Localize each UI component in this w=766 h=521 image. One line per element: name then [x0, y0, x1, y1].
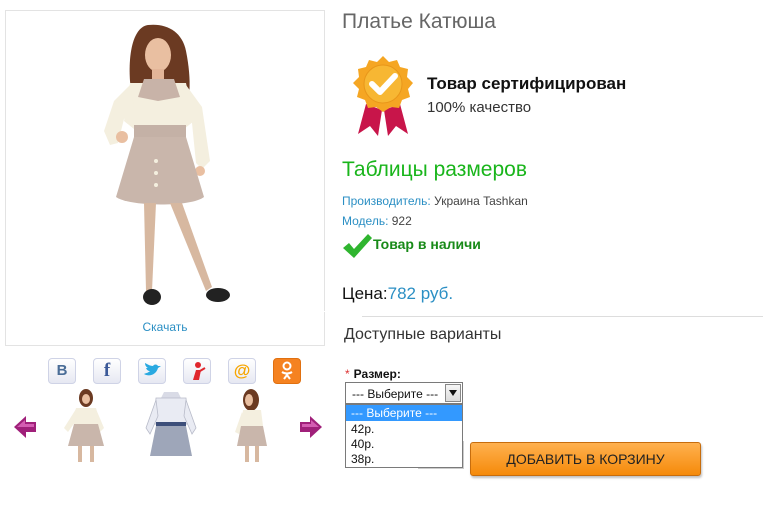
odnoklassniki-figure-icon: [281, 361, 293, 380]
size-select-button[interactable]: [445, 384, 461, 402]
model-key: Модель:: [342, 214, 389, 228]
facebook-icon[interactable]: f: [93, 358, 121, 384]
thumbnail-next-arrow-icon[interactable]: [298, 414, 324, 440]
manufacturer-key[interactable]: Производитель:: [342, 194, 431, 208]
model-value: 922: [391, 214, 412, 228]
product-title: Платье Катюша: [342, 10, 496, 33]
twitter-bird-icon: [144, 363, 161, 376]
size-table-link[interactable]: Таблицы размеров: [342, 158, 527, 182]
moikrug-icon[interactable]: [183, 358, 211, 384]
chevron-down-icon: [449, 390, 457, 396]
product-thumbnail[interactable]: [142, 388, 200, 464]
odnoklassniki-icon[interactable]: [273, 358, 301, 384]
in-stock-check-icon: [343, 234, 372, 258]
divider: [362, 316, 763, 317]
size-dropdown-list: --- Выберите --- 42р. 40р. 38р.: [345, 404, 463, 468]
size-select[interactable]: --- Выберите ---: [345, 382, 463, 404]
manufacturer-value: Украина Tashkan: [434, 194, 528, 208]
certificate-subtitle: 100% качество: [427, 99, 532, 116]
certificate-title: Товар сертифицирован: [427, 74, 627, 93]
twitter-icon[interactable]: [138, 358, 166, 384]
vkontakte-icon[interactable]: В: [48, 358, 76, 384]
size-option[interactable]: 38р.: [346, 451, 462, 467]
dress-photo: [6, 24, 326, 312]
size-option[interactable]: 40р.: [346, 436, 462, 452]
facebook-glyph: f: [103, 360, 111, 381]
size-label-text: Размер:: [353, 367, 401, 381]
size-option[interactable]: --- Выберите ---: [346, 405, 462, 421]
vkontakte-glyph: В: [56, 362, 68, 379]
thumbnail-prev-arrow-icon[interactable]: [12, 414, 38, 440]
size-label: * Размер:: [345, 367, 401, 381]
price-row: Цена:782 руб.: [342, 284, 453, 304]
moikrug-figure-icon: [193, 362, 206, 380]
variants-title: Доступные варианты: [344, 326, 502, 343]
mailru-icon[interactable]: @: [228, 358, 256, 384]
product-main-image[interactable]: Скачать: [5, 10, 326, 346]
required-mark: *: [345, 367, 350, 381]
size-select-value: --- Выберите ---: [352, 387, 439, 401]
model-row: Модель: 922: [342, 214, 412, 228]
product-thumbnail[interactable]: [58, 388, 116, 464]
price-key: Цена:: [342, 284, 388, 303]
mailru-glyph: @: [233, 361, 251, 380]
size-option[interactable]: 42р.: [346, 421, 462, 437]
add-to-cart-button[interactable]: ДОБАВИТЬ В КОРЗИНУ: [470, 442, 701, 476]
certificate-badge-icon: [353, 56, 413, 136]
product-thumbnail[interactable]: [225, 388, 283, 464]
manufacturer-row: Производитель: Украина Tashkan: [342, 194, 528, 208]
stock-status: Товар в наличи: [373, 236, 481, 252]
download-link[interactable]: Скачать: [6, 320, 324, 334]
price-value: 782 руб.: [387, 284, 454, 303]
